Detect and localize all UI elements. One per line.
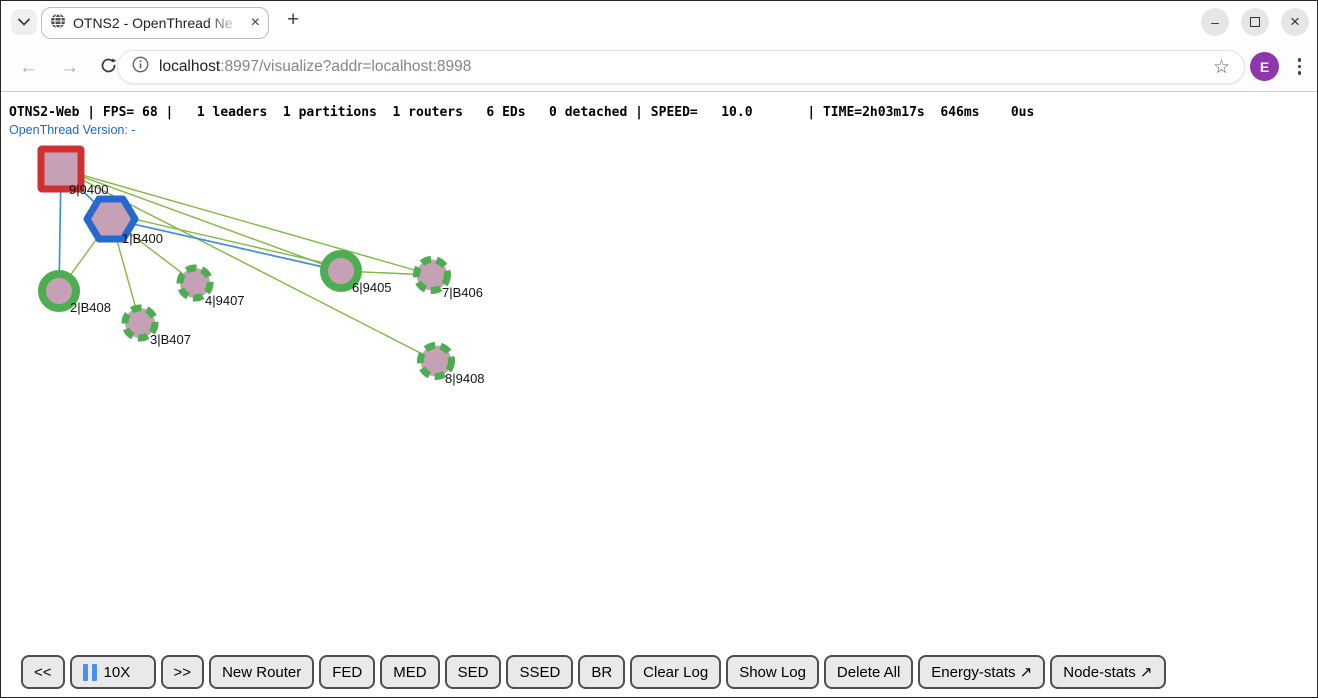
maximize-button[interactable] xyxy=(1241,8,1269,36)
window-controls: – × xyxy=(1201,8,1309,36)
step-back-button[interactable]: << xyxy=(21,655,65,689)
forward-button[interactable]: → xyxy=(60,58,79,77)
close-tab-icon[interactable]: × xyxy=(251,15,260,31)
browser-window: OTNS2 - OpenThread Ne × + – × ← → xyxy=(0,0,1318,698)
minimize-icon: – xyxy=(1211,14,1219,30)
speed-button[interactable]: 10X xyxy=(70,655,156,689)
ssed-button-label: SSED xyxy=(519,664,560,681)
delete-all-button[interactable]: Delete All xyxy=(824,655,913,689)
tab-title: OTNS2 - OpenThread Ne xyxy=(73,15,244,31)
speed-button-label: 10X xyxy=(104,664,131,681)
med-button-label: MED xyxy=(393,664,426,681)
topology-canvas[interactable]: 9|9400 1|B400 2|B408 3|B407 4|9407 6|9405 7|B4… xyxy=(1,92,1318,698)
node-label-9-9400: 9|9400 xyxy=(69,182,109,197)
tab-strip: OTNS2 - OpenThread Ne × + – × xyxy=(1,1,1317,43)
clear-log-button[interactable]: Clear Log xyxy=(630,655,721,689)
close-icon: × xyxy=(1290,12,1300,32)
node-label-4-9407: 4|9407 xyxy=(205,293,245,308)
new-router-button[interactable]: New Router xyxy=(209,655,314,689)
avatar[interactable]: E xyxy=(1250,52,1279,81)
show-log-button-label: Show Log xyxy=(739,664,806,681)
node-label-3-B407: 3|B407 xyxy=(150,332,191,347)
close-window-button[interactable]: × xyxy=(1281,8,1309,36)
node-label-2-B408: 2|B408 xyxy=(70,300,111,315)
node-stats-button[interactable]: Node-stats ↗ xyxy=(1050,655,1165,689)
delete-all-button-label: Delete All xyxy=(837,664,900,681)
node-label-1-B400: 1|B400 xyxy=(122,231,163,246)
clear-log-button-label: Clear Log xyxy=(643,664,708,681)
energy-stats-button-label: Energy-stats ↗ xyxy=(931,663,1032,681)
fed-button-label: FED xyxy=(332,664,362,681)
chevron-down-icon xyxy=(18,13,30,31)
step-back-button-label: << xyxy=(34,664,52,681)
url-text: localhost:8997/visualize?addr=localhost:… xyxy=(159,58,471,76)
node-label-8-9408: 8|9408 xyxy=(445,371,485,386)
new-tab-button[interactable]: + xyxy=(287,9,299,30)
ssed-button[interactable]: SSED xyxy=(506,655,573,689)
new-router-button-label: New Router xyxy=(222,664,301,681)
sed-button[interactable]: SED xyxy=(445,655,502,689)
energy-stats-button[interactable]: Energy-stats ↗ xyxy=(918,655,1045,689)
node-label-7-B406: 7|B406 xyxy=(442,285,483,300)
br-button[interactable]: BR xyxy=(578,655,625,689)
reload-button[interactable] xyxy=(100,57,117,78)
browser-tab[interactable]: OTNS2 - OpenThread Ne × xyxy=(41,7,269,39)
minimize-button[interactable]: – xyxy=(1201,8,1229,36)
site-info-icon[interactable] xyxy=(132,56,149,78)
maximize-icon xyxy=(1250,17,1260,27)
reload-icon xyxy=(100,57,117,74)
bookmark-icon[interactable]: ☆ xyxy=(1213,56,1230,79)
med-button[interactable]: MED xyxy=(380,655,439,689)
show-log-button[interactable]: Show Log xyxy=(726,655,819,689)
node-label-6-9405: 6|9405 xyxy=(352,280,392,295)
url-path: :8997/visualize?addr=localhost:8998 xyxy=(220,58,471,75)
sed-button-label: SED xyxy=(458,664,489,681)
step-forward-button[interactable]: >> xyxy=(161,655,205,689)
pause-icon xyxy=(83,664,97,681)
browser-toolbar: ← → localhost:8997/visualize?addr=localh… xyxy=(1,43,1317,92)
menu-button[interactable] xyxy=(1298,58,1302,75)
back-button[interactable]: ← xyxy=(19,58,38,77)
fed-button[interactable]: FED xyxy=(319,655,375,689)
tab-search-button[interactable] xyxy=(11,9,37,35)
simulation-controls: << 10X >> New Router FED MED SED SSED BR Clear Lo… xyxy=(21,655,1166,689)
br-button-label: BR xyxy=(591,664,612,681)
step-forward-button-label: >> xyxy=(174,664,192,681)
globe-icon xyxy=(50,13,66,34)
node-stats-button-label: Node-stats ↗ xyxy=(1063,663,1152,681)
page-content: OTNS2-Web | FPS= 68 | 1 leaders 1 partit… xyxy=(1,92,1317,698)
url-host: localhost xyxy=(159,58,220,75)
address-bar[interactable]: localhost:8997/visualize?addr=localhost:… xyxy=(117,50,1245,84)
